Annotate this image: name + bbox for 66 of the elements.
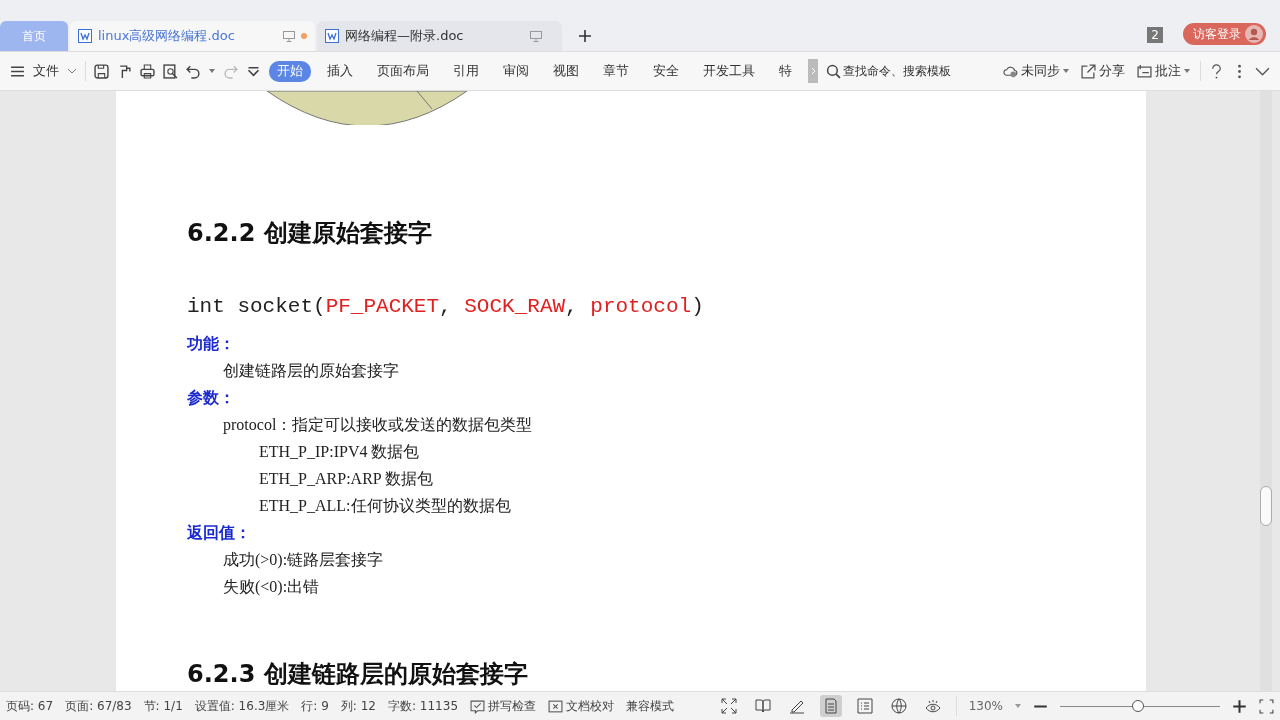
print-preview-icon[interactable] bbox=[163, 63, 178, 79]
zoom-in-icon[interactable] bbox=[1232, 698, 1247, 714]
document-icon bbox=[325, 29, 339, 43]
text-line: 成功(>0):链路层套接字 bbox=[222, 550, 385, 571]
section-label: 参数： bbox=[187, 388, 236, 408]
help-icon[interactable] bbox=[1209, 63, 1224, 79]
text-line: ETH_P_IP:IPV4 数据包 bbox=[258, 442, 421, 462]
ribbon-tab[interactable]: 开发工具 bbox=[695, 60, 763, 82]
ribbon-tab[interactable]: 审阅 bbox=[495, 60, 537, 82]
chevron-down-icon[interactable] bbox=[67, 68, 77, 74]
code-line: int socket(PF_PACKET, SOCK_RAW, protocol) bbox=[187, 295, 705, 318]
window-count[interactable]: 2 bbox=[1147, 27, 1163, 43]
status-item: 节: 1/1 bbox=[143, 697, 183, 715]
format-painter-icon[interactable] bbox=[117, 63, 132, 79]
status-tool-button[interactable]: 文档校对 bbox=[548, 697, 614, 715]
text-line: ETH_P_ARP:ARP 数据包 bbox=[258, 469, 435, 489]
comment-icon bbox=[1137, 63, 1152, 79]
status-item: 列: 12 bbox=[340, 697, 376, 715]
caret-icon bbox=[1184, 69, 1190, 73]
ribbon-tab[interactable]: 特 bbox=[771, 60, 800, 82]
caret-icon[interactable] bbox=[1015, 704, 1021, 708]
section-label: 返回值： bbox=[187, 523, 252, 543]
text-line: 失败(<0):出错 bbox=[222, 577, 321, 598]
document-tab[interactable]: linux高级网络编程.doc bbox=[70, 21, 315, 51]
toolbar-action[interactable]: 未同步 bbox=[1001, 62, 1071, 80]
status-item: 页码: 67 bbox=[6, 697, 54, 715]
caret-icon bbox=[1063, 69, 1069, 73]
section-heading: 6.2.3 创建链路层的原始套接字 bbox=[187, 662, 529, 686]
undo-icon[interactable] bbox=[186, 63, 201, 79]
ribbon-tab[interactable]: 页面布局 bbox=[369, 60, 437, 82]
fit-icon[interactable] bbox=[1259, 698, 1274, 714]
status-item: 字数: 11135 bbox=[388, 697, 458, 715]
ribbon-tab[interactable]: 开始 bbox=[269, 60, 311, 82]
save-icon[interactable] bbox=[94, 63, 109, 79]
compat-mode: 兼容模式 bbox=[626, 697, 674, 715]
section-heading: 6.2.2 创建原始套接字 bbox=[187, 218, 433, 249]
monitor-icon[interactable] bbox=[283, 30, 295, 42]
ribbon-tab[interactable]: 插入 bbox=[319, 60, 361, 82]
file-menu[interactable]: 文件 bbox=[33, 62, 59, 80]
section-label: 功能： bbox=[187, 334, 236, 354]
status-tool-button[interactable]: 拼写检查 bbox=[470, 697, 536, 715]
new-tab-icon[interactable] bbox=[578, 29, 592, 43]
spell-check-icon bbox=[470, 698, 485, 714]
scrollbar[interactable] bbox=[1260, 91, 1272, 691]
ribbon-tab[interactable]: 视图 bbox=[545, 60, 587, 82]
toolbar-action[interactable]: 批注 bbox=[1135, 62, 1192, 80]
status-item: 行: 9 bbox=[301, 697, 329, 715]
text-line: ETH_P_ALL:任何协议类型的数据包 bbox=[258, 496, 512, 516]
search-field[interactable]: 查找命令、搜索模板 bbox=[826, 63, 966, 79]
toolbar-action[interactable]: 分享 bbox=[1079, 62, 1127, 80]
document-icon bbox=[78, 29, 92, 43]
ribbon-tab[interactable]: 章节 bbox=[595, 60, 637, 82]
text-line: 创建链路层的原始套接字 bbox=[222, 361, 400, 381]
ribbon-tab[interactable]: 引用 bbox=[445, 60, 487, 82]
text-line: protocol：指定可以接收或发送的数据包类型 bbox=[222, 415, 534, 436]
proofread-icon bbox=[548, 698, 563, 714]
document-tab[interactable]: 网络编程—附录.doc bbox=[317, 21, 562, 51]
search-icon bbox=[826, 63, 841, 79]
status-item: 页面: 67/83 bbox=[65, 697, 132, 715]
avatar-icon bbox=[1245, 25, 1263, 43]
zoom-level[interactable]: 130% bbox=[968, 699, 1003, 713]
share-icon bbox=[1081, 63, 1096, 79]
caret-icon[interactable] bbox=[209, 69, 215, 73]
ribbon-tab[interactable]: 安全 bbox=[645, 60, 687, 82]
print-icon[interactable] bbox=[140, 63, 155, 79]
status-item: 设置值: 16.3厘米 bbox=[194, 697, 290, 715]
